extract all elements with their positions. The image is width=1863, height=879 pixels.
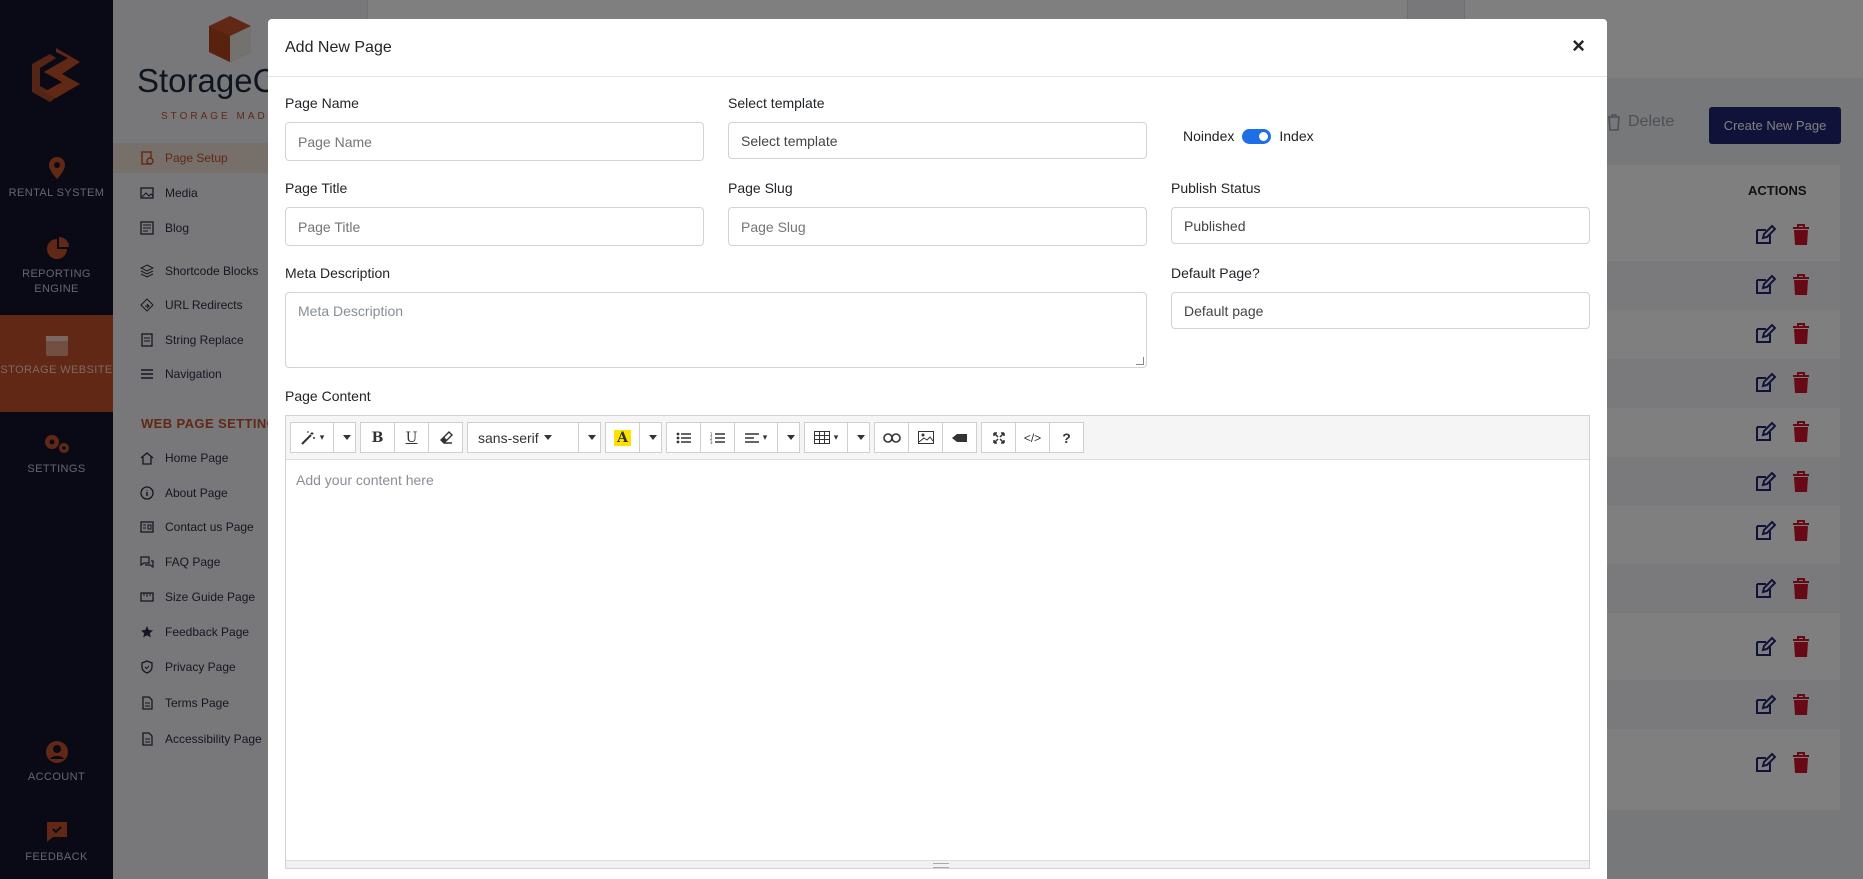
help-button[interactable]: ? [1049,422,1084,453]
meta-description-label: Meta Description [285,265,391,281]
page-slug-label: Page Slug [728,180,793,196]
fullscreen-button[interactable] [981,422,1016,453]
default-page-select[interactable]: Default page [1171,292,1590,329]
default-page-label: Default Page? [1171,265,1260,281]
page-content-label: Page Content [285,388,371,404]
page-slug-input[interactable] [728,207,1147,246]
meta-description-textarea[interactable]: Meta Description [285,292,1147,368]
editor-placeholder: Add your content here [296,472,434,488]
numbered-list-icon: 123 [710,432,725,444]
magic-wand-icon [301,430,315,445]
font-family-caret[interactable] [578,422,601,453]
rich-text-editor: ▾ B U sans-serif A 1 2 3 ▾ ▾ </> ? Add y… [285,415,1590,869]
editor-toolbar: ▾ B U sans-serif A 1 2 3 ▾ ▾ </> ? [286,416,1589,460]
editor-content-area[interactable]: Add your content here [286,460,1589,858]
index-toggle-switch[interactable] [1242,128,1272,144]
code-view-button[interactable]: </> [1015,422,1050,453]
insert-link-button[interactable] [874,422,909,453]
page-name-input[interactable] [285,122,704,161]
modal-title: Add New Page [285,38,392,56]
add-new-page-modal: Add New Page × Page Name Select template… [268,19,1607,879]
bullet-list-button[interactable] [666,422,701,453]
noindex-label: Noindex [1183,128,1235,144]
bold-button[interactable]: B [360,422,395,453]
align-dropdown-caret[interactable] [777,422,800,453]
svg-text:3: 3 [710,440,713,444]
eraser-icon [439,430,453,444]
resize-handle-icon[interactable] [1136,357,1144,365]
image-icon [917,431,934,444]
align-left-icon [744,432,759,443]
video-icon [951,433,967,442]
table-icon [813,431,830,444]
paragraph-align-button[interactable]: ▾ [734,422,778,453]
clear-format-button[interactable] [428,422,463,453]
publish-status-label: Publish Status [1171,180,1261,196]
select-template-label: Select template [728,95,825,111]
bullet-list-icon [676,432,691,443]
close-icon[interactable]: × [1572,35,1585,57]
page-title-label: Page Title [285,180,348,196]
color-dropdown-caret[interactable] [639,422,662,453]
meta-description-placeholder: Meta Description [298,303,404,319]
help-icon: ? [1062,429,1071,446]
insert-video-button[interactable] [942,422,977,453]
page-title-input[interactable] [285,207,704,246]
index-label: Index [1279,128,1314,144]
page-name-label: Page Name [285,95,359,111]
style-magic-button[interactable]: ▾ [290,422,334,453]
table-button[interactable]: ▾ [804,422,848,453]
text-color-button[interactable]: A [605,422,640,453]
editor-resize-grip[interactable] [286,860,1589,868]
link-icon [882,432,901,443]
table-dropdown-caret[interactable] [847,422,870,453]
underline-button[interactable]: U [394,422,429,453]
style-dropdown-caret[interactable] [333,422,356,453]
code-icon: </> [1023,430,1042,445]
highlight-color-icon: A [614,429,631,446]
font-family-value: sans-serif [478,429,539,446]
numbered-list-button[interactable]: 123 [700,422,735,453]
fullscreen-icon [992,431,1005,444]
underline-icon: U [405,429,418,446]
index-toggle-row: Noindex Index [1183,128,1314,144]
modal-header: Add New Page [268,19,1607,77]
select-template-dropdown[interactable]: Select template [728,122,1147,159]
publish-status-select[interactable]: Published [1171,207,1590,244]
bold-icon: B [371,429,384,446]
insert-image-button[interactable] [908,422,943,453]
font-family-dropdown[interactable]: sans-serif [467,422,579,453]
